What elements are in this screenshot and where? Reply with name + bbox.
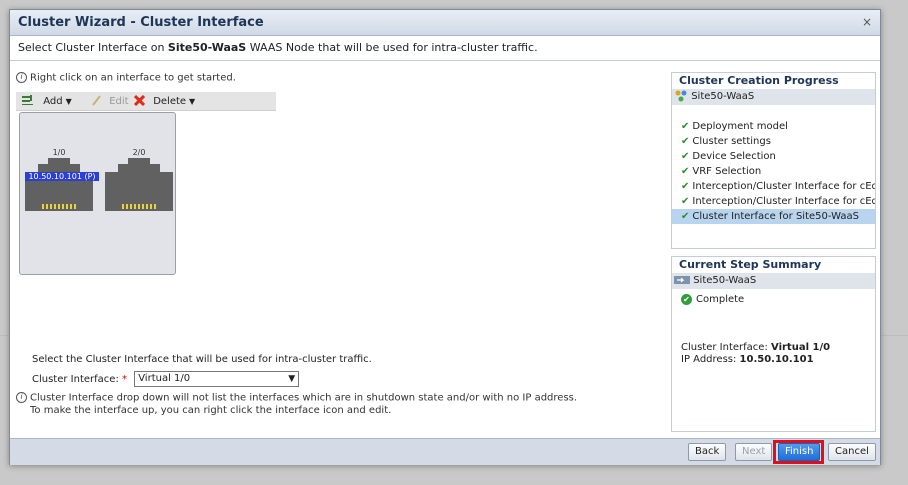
required-mark: * <box>122 374 127 385</box>
dialog-subheader: Select Cluster Interface on Site50-WaaS … <box>10 36 880 61</box>
finish-highlight-box <box>773 440 824 464</box>
complete-check-icon: ✔ <box>681 293 692 305</box>
checkmark-icon: ✔ <box>681 136 690 147</box>
subheader-text-pre: Select Cluster Interface on <box>18 41 168 54</box>
checkmark-icon: ✔ <box>681 121 690 132</box>
port-name: 1/0 <box>52 148 66 157</box>
summary-ip-row: IP Address: 10.50.10.101 <box>681 354 814 365</box>
dialog-title: Cluster Wizard - Cluster Interface <box>18 15 264 30</box>
progress-step: ✔ Interception/Cluster Interface for cEd.… <box>681 196 875 207</box>
add-button[interactable]: Add ▼ <box>22 95 72 107</box>
summary-node-name: Site50-WaaS <box>693 275 757 286</box>
progress-step-current: ✔ Cluster Interface for Site50-WaaS <box>672 209 875 224</box>
cluster-interface-value: Virtual 1/0 <box>138 373 191 384</box>
summary-title: Current Step Summary <box>672 257 875 273</box>
waas-device-icon <box>674 276 690 284</box>
summary-status-text: Complete <box>696 294 745 305</box>
add-label: Add <box>43 95 63 107</box>
next-button[interactable]: Next <box>735 443 773 461</box>
note-line-1: Cluster Interface drop down will not lis… <box>30 392 578 404</box>
progress-node-name: Site50-WaaS <box>691 91 755 102</box>
port-name: 2/0 <box>132 148 146 157</box>
hint-text: Right click on an interface to get start… <box>30 72 236 84</box>
delete-label: Delete <box>153 95 187 107</box>
dialog-footer: Back Next Finish Cancel <box>10 438 880 465</box>
cluster-wizard-dialog: Cluster Wizard - Cluster Interface × Sel… <box>9 9 881 465</box>
summary-node-row: Site50-WaaS <box>672 273 875 289</box>
close-icon[interactable]: × <box>862 15 872 29</box>
current-step-summary: Current Step Summary Site50-WaaS ✔ Comple… <box>671 256 876 432</box>
summary-ip-value: 10.50.10.101 <box>739 354 814 365</box>
subheader-node-name: Site50-WaaS <box>167 41 247 54</box>
cancel-button[interactable]: Cancel <box>828 443 876 461</box>
checkmark-icon: ✔ <box>681 181 690 192</box>
progress-step: ✔ Deployment model <box>681 121 788 132</box>
summary-ci-row: Cluster Interface: Virtual 1/0 <box>681 342 831 353</box>
interface-port-2-0[interactable]: 2/0 <box>105 148 173 215</box>
cluster-interface-row: Cluster Interface: * Virtual 1/0 ▼ <box>32 371 372 387</box>
cluster-node-icon <box>675 90 687 102</box>
summary-ci-value: Virtual 1/0 <box>771 342 831 353</box>
right-click-hint: i Right click on an interface to get star… <box>16 72 236 84</box>
checkmark-icon: ✔ <box>681 211 690 222</box>
progress-title: Cluster Creation Progress <box>672 73 875 89</box>
info-icon: i <box>16 72 27 83</box>
device-interface-panel: 1/0 10.50.10.101 (P) 2/0 <box>19 112 176 275</box>
subheader-text-post: WAAS Node that will be used for intra-cl… <box>246 41 538 54</box>
add-interface-icon <box>22 95 33 105</box>
port-ip-label: 10.50.10.101 (P) <box>25 172 99 181</box>
edit-label: Edit <box>109 95 129 107</box>
progress-node-row: Site50-WaaS <box>672 89 875 105</box>
cluster-interface-label: Cluster Interface: <box>32 374 119 385</box>
summary-status: ✔ Complete <box>672 293 875 307</box>
delete-x-icon <box>134 95 145 106</box>
chevron-down-icon: ▼ <box>189 96 196 106</box>
note-line-2: To make the interface up, you can right … <box>30 404 392 416</box>
progress-step: ✔ Cluster settings <box>681 136 771 147</box>
summary-details: Cluster Interface: Virtual 1/0 IP Addres… <box>681 342 830 366</box>
interface-port-1-0[interactable]: 1/0 10.50.10.101 (P) <box>25 148 99 215</box>
chevron-down-icon: ▼ <box>288 374 296 384</box>
progress-step: ✔ Device Selection <box>681 151 776 162</box>
progress-step: ✔ VRF Selection <box>681 166 762 177</box>
edit-button[interactable]: Edit <box>92 95 129 107</box>
dialog-titlebar: Cluster Wizard - Cluster Interface × <box>10 10 880 36</box>
interface-toolbar: Add ▼ Edit Delete ▼ <box>16 92 276 111</box>
info-icon: i <box>16 392 27 403</box>
progress-step: ✔ Interception/Cluster Interface for cEd.… <box>681 181 875 192</box>
checkmark-icon: ✔ <box>681 196 690 207</box>
delete-button[interactable]: Delete ▼ <box>134 95 195 107</box>
cluster-creation-progress: Cluster Creation Progress Site50-WaaS ✔ D… <box>671 72 876 249</box>
checkmark-icon: ✔ <box>681 151 690 162</box>
cluster-interface-select[interactable]: Virtual 1/0 ▼ <box>134 371 300 387</box>
select-prompt: Select the Cluster Interface that will b… <box>32 354 372 365</box>
chevron-down-icon: ▼ <box>65 96 72 106</box>
back-button[interactable]: Back <box>688 443 727 461</box>
checkmark-icon: ✔ <box>681 166 690 177</box>
ethernet-port-icon[interactable]: 10.50.10.101 (P) <box>25 158 99 215</box>
ethernet-port-icon[interactable] <box>105 158 173 215</box>
progress-steps: ✔ Deployment model ✔ Cluster settings ✔ Dev… <box>672 119 875 224</box>
interface-panel-area: i Right click on an interface to get star… <box>16 72 662 436</box>
cluster-interface-selection: Select the Cluster Interface that will b… <box>32 354 372 387</box>
pencil-icon <box>92 95 101 106</box>
interface-note: i Cluster Interface drop down will not li… <box>16 392 577 417</box>
